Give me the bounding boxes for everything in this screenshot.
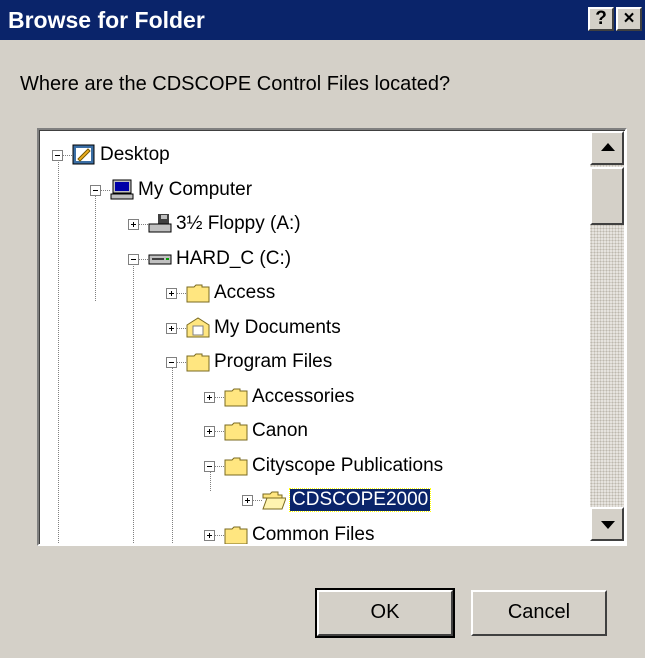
- ok-button[interactable]: OK: [315, 588, 455, 638]
- tree-connector-line: [139, 258, 148, 260]
- tree-connector-line: [139, 224, 148, 225]
- down-arrow-icon: [601, 521, 615, 529]
- vertical-scrollbar[interactable]: [590, 131, 624, 541]
- tree-node-label[interactable]: Accessories: [252, 386, 354, 408]
- tree-connector-line: [215, 396, 224, 398]
- tree-connector-line: [215, 465, 224, 467]
- expand-plus-icon[interactable]: [204, 529, 215, 541]
- collapse-minus-icon[interactable]: [204, 460, 215, 472]
- close-button[interactable]: ×: [616, 7, 642, 31]
- dialog-title: Browse for Folder: [8, 7, 205, 33]
- title-bar[interactable]: Browse for Folder ? ×: [0, 0, 645, 40]
- expand-plus-icon[interactable]: [204, 426, 215, 437]
- tree-connector-line: [177, 362, 186, 363]
- tree-connector-line: [177, 327, 186, 329]
- expand-plus-icon[interactable]: [204, 391, 215, 403]
- folder-icon: [186, 351, 210, 373]
- tree-node-label[interactable]: Cityscope Publications: [252, 455, 443, 477]
- collapse-minus-icon[interactable]: [52, 150, 63, 161]
- scroll-up-button[interactable]: [590, 131, 624, 165]
- tree-connector-line: [215, 534, 224, 536]
- tree-connector-line: [172, 361, 173, 544]
- prompt-text: Where are the CDSCOPE Control Files loca…: [20, 73, 451, 95]
- folder-icon: [224, 524, 248, 544]
- collapse-minus-icon[interactable]: [90, 184, 101, 196]
- scroll-down-button[interactable]: [590, 507, 624, 541]
- tree-connector-line: [101, 189, 110, 191]
- tree-connector-line: [58, 155, 59, 544]
- tree-node-label[interactable]: Common Files: [252, 524, 374, 545]
- tree-connector-line: [63, 155, 72, 156]
- tree-node-label[interactable]: CDSCOPE2000: [288, 488, 432, 512]
- tree-node-label[interactable]: My Computer: [138, 179, 252, 201]
- up-arrow-icon: [601, 143, 615, 151]
- my-documents-folder-icon: [186, 316, 210, 339]
- folder-icon: [186, 282, 210, 304]
- open-folder-icon: [262, 489, 287, 511]
- tree-connector-line: [133, 261, 134, 544]
- tree-node-label[interactable]: My Documents: [214, 317, 341, 339]
- tree-node-label[interactable]: Access: [214, 282, 275, 304]
- tree-connector-line: [95, 191, 96, 301]
- folder-icon: [224, 420, 248, 442]
- tree-connector-line: [215, 431, 224, 432]
- tree-connector-line: [177, 293, 186, 294]
- folder-icon: [224, 455, 248, 477]
- scroll-thumb[interactable]: [590, 167, 624, 225]
- collapse-minus-icon[interactable]: [128, 253, 139, 265]
- computer-icon: [110, 179, 134, 201]
- tree-node-label[interactable]: HARD_C (C:): [176, 248, 291, 270]
- expand-plus-icon[interactable]: [166, 288, 177, 299]
- tree-node-label[interactable]: 3½ Floppy (A:): [176, 213, 301, 235]
- tree-node-label[interactable]: Canon: [252, 420, 308, 442]
- floppy-drive-icon: [148, 213, 172, 235]
- browse-for-folder-dialog: Browse for Folder ? × Where are the CDSC…: [0, 0, 645, 658]
- tree-node-label[interactable]: Program Files: [214, 351, 332, 373]
- tree-connector-line: [253, 500, 262, 501]
- hard-drive-icon: [148, 248, 172, 270]
- expand-plus-icon[interactable]: [166, 322, 177, 334]
- help-button[interactable]: ?: [588, 7, 614, 31]
- tree-node-label[interactable]: Desktop: [100, 144, 170, 166]
- expand-plus-icon[interactable]: [242, 495, 253, 506]
- collapse-minus-icon[interactable]: [166, 357, 177, 368]
- folder-tree-view[interactable]: Desktop My Computer 3½ Floppy (A:) HARD_C (…: [37, 128, 627, 546]
- cancel-button[interactable]: Cancel: [471, 590, 607, 636]
- folder-icon: [224, 386, 248, 408]
- desktop-icon: [72, 144, 96, 166]
- expand-plus-icon[interactable]: [128, 219, 139, 230]
